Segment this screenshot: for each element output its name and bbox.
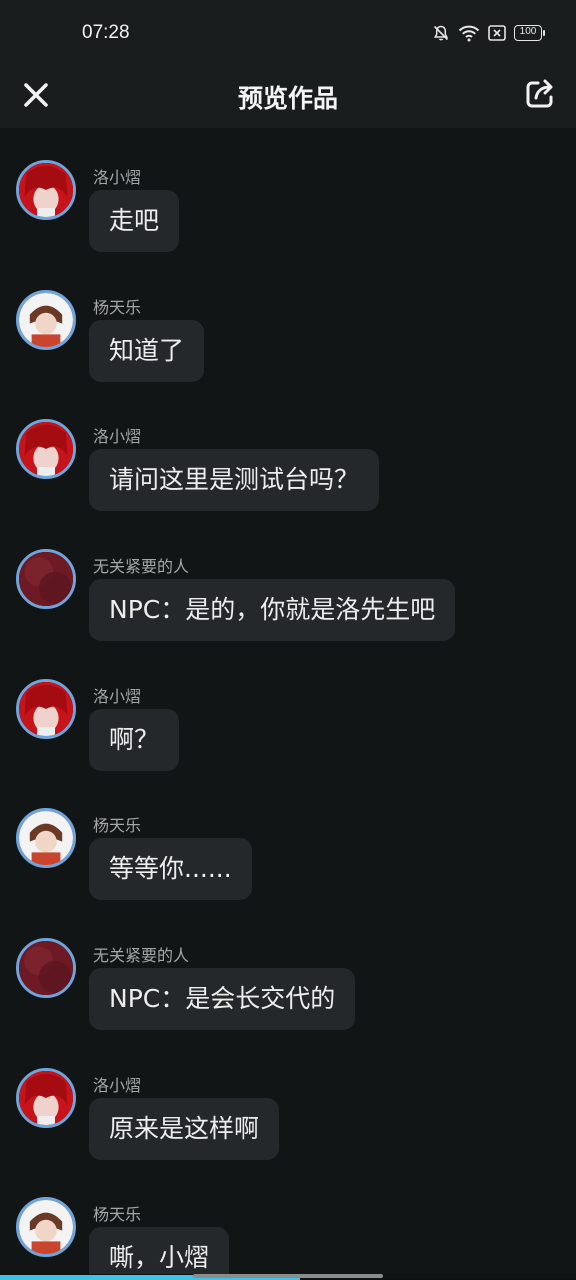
page-title: 预览作品 <box>237 84 338 113</box>
wifi-icon <box>458 25 480 42</box>
message-bubble: NPC：是的，你就是洛先生吧 <box>89 579 456 641</box>
share-icon <box>526 79 553 108</box>
red-hair-avatar[interactable] <box>16 1068 76 1128</box>
chat-list[interactable]: 洛小熠 走吧 杨天乐 知道了 洛小熠 请问这里是测试台吗？ 无关紧要的人 NPC… <box>0 128 576 1280</box>
brown-hair-avatar[interactable] <box>16 290 76 350</box>
sender-name: 洛小熠 <box>93 687 142 706</box>
message-bubble: 知道了 <box>89 320 205 382</box>
message-bubble: 请问这里是测试台吗？ <box>89 449 380 511</box>
message-bubble: 原来是这样啊 <box>89 1098 280 1160</box>
app-header: 预览作品 <box>0 66 576 128</box>
sender-name: 杨天乐 <box>93 816 142 835</box>
sender-name: 无关紧要的人 <box>93 946 190 965</box>
brown-hair-avatar[interactable] <box>16 808 76 868</box>
sender-name: 洛小熠 <box>93 427 142 446</box>
red-hair-avatar[interactable] <box>16 679 76 739</box>
message-bubble: 嘶，小熠 <box>89 1227 230 1280</box>
npc-avatar[interactable] <box>16 549 76 609</box>
status-icons: 100 <box>432 24 545 42</box>
npc-avatar[interactable] <box>16 938 76 998</box>
sender-name: 杨天乐 <box>93 1205 142 1224</box>
sim-card-icon <box>488 25 506 41</box>
battery-icon: 100 <box>514 25 545 41</box>
home-indicator[interactable] <box>193 1274 383 1278</box>
message-bubble: 啊？ <box>89 709 180 771</box>
sender-name: 无关紧要的人 <box>93 557 190 576</box>
message-bubble: 等等你...... <box>89 838 252 900</box>
mute-bell-icon <box>433 25 449 41</box>
sender-name: 洛小熠 <box>93 168 142 187</box>
status-bar: 07:28 100 <box>0 0 576 66</box>
red-hair-avatar[interactable] <box>16 160 76 220</box>
red-hair-avatar[interactable] <box>16 419 76 479</box>
brown-hair-avatar[interactable] <box>16 1197 76 1257</box>
sender-name: 杨天乐 <box>93 298 142 317</box>
message-bubble: NPC：是会长交代的 <box>89 968 356 1030</box>
status-time: 07:28 <box>82 22 130 43</box>
share-button[interactable] <box>522 76 558 112</box>
message-bubble: 走吧 <box>89 190 180 252</box>
sender-name: 洛小熠 <box>93 1076 142 1095</box>
playback-bar <box>0 1274 576 1280</box>
